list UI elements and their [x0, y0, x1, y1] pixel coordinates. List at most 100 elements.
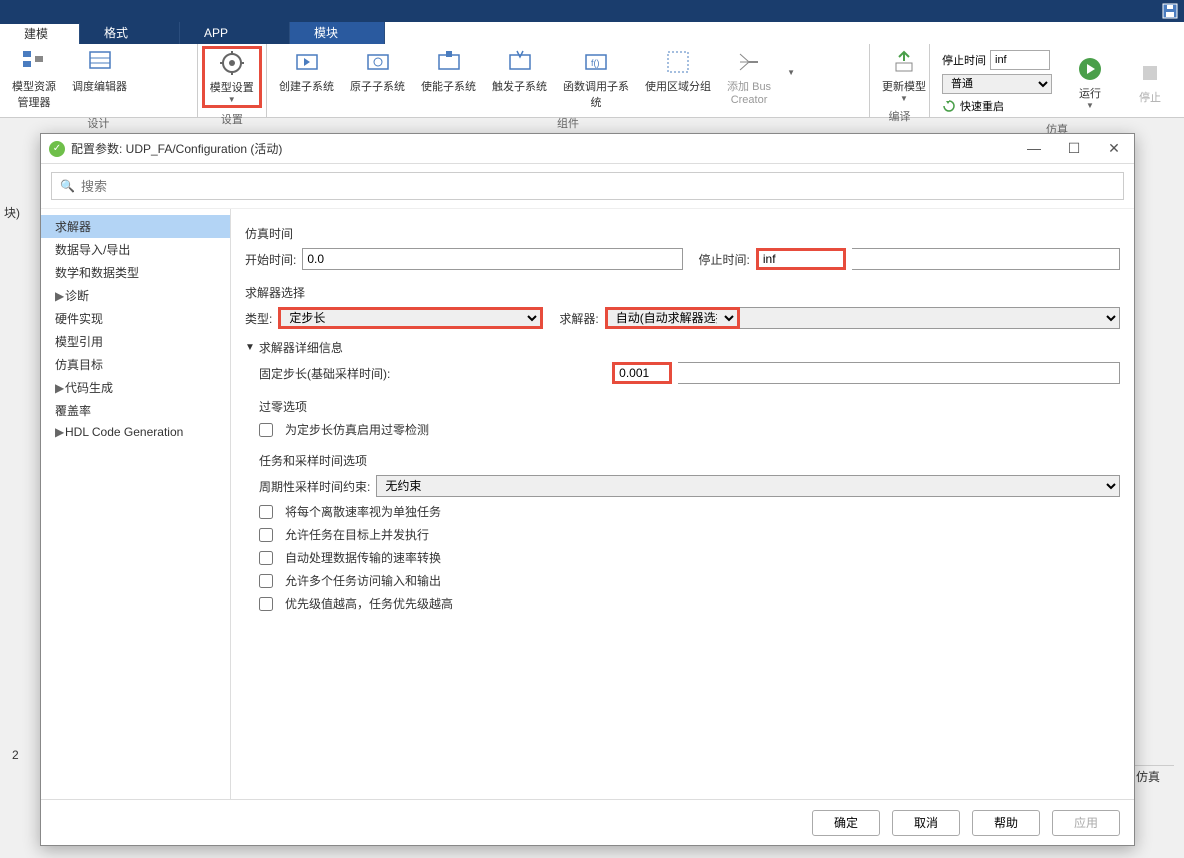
label: 停止 [1139, 89, 1161, 105]
sim-time-title: 仿真时间 [245, 225, 1120, 242]
enable-subsystem-button[interactable]: 使能子系统 [413, 46, 484, 96]
play-icon [1076, 55, 1104, 83]
label: 运行 [1079, 85, 1101, 101]
search-input[interactable] [81, 179, 1115, 194]
sim-controls: 停止时间 普通 快速重启 [934, 46, 1060, 118]
apply-button[interactable]: 应用 [1052, 810, 1120, 836]
model-settings-button[interactable]: 模型设置 ▼ [202, 46, 262, 108]
tree-data-io[interactable]: 数据导入/导出 [41, 238, 230, 261]
search-icon: 🔍 [60, 179, 75, 193]
cancel-button[interactable]: 取消 [892, 810, 960, 836]
schedule-icon [86, 48, 114, 76]
zero-cross-title: 过零选项 [259, 398, 1120, 415]
model-resource-manager-button[interactable]: 模型资源 管理器 [4, 46, 64, 112]
atomic-subsystem-button[interactable]: 原子子系统 [342, 46, 413, 96]
start-time-input[interactable] [302, 248, 682, 270]
discrete-rate-checkbox[interactable] [259, 505, 273, 519]
tab-format[interactable]: 格式 [80, 22, 180, 44]
tree-model-ref[interactable]: 模型引用 [41, 330, 230, 353]
tab-app[interactable]: APP [180, 22, 290, 44]
cb1-label: 将每个离散速率视为单独任务 [285, 503, 441, 520]
save-icon[interactable] [1160, 2, 1180, 20]
chevron-down-icon: ▼ [1086, 101, 1094, 110]
add-bus-creator-button[interactable]: 添加 BusCreator [719, 46, 779, 108]
cb5-label: 优先级值越高，任务优先级越高 [285, 595, 453, 612]
tree-diagnostics[interactable]: ▶诊断 [41, 284, 230, 307]
group-label-components: 组件 [271, 112, 865, 133]
update-icon [890, 48, 918, 76]
label: 模型资源 [12, 78, 56, 94]
subsystem-icon [293, 48, 321, 76]
bus-icon [735, 48, 763, 76]
help-button[interactable]: 帮助 [972, 810, 1040, 836]
search-row: 🔍 [41, 164, 1134, 209]
tree-hw-impl[interactable]: 硬件实现 [41, 307, 230, 330]
minimize-button[interactable]: — [1022, 140, 1046, 157]
fixed-step-input[interactable] [678, 362, 1120, 384]
solver-select-hl[interactable]: 自动(自动求解器选择) [605, 307, 740, 329]
periodic-label: 周期性采样时间约束: [259, 478, 370, 495]
enable-icon [435, 48, 463, 76]
region-icon [664, 48, 692, 76]
fast-restart-label[interactable]: 快速重启 [960, 98, 1004, 114]
search-box[interactable]: 🔍 [51, 172, 1124, 200]
tree-hdl[interactable]: ▶HDL Code Generation [41, 422, 230, 442]
side-panel-label: 块) [0, 200, 24, 225]
schedule-editor-button[interactable]: 调度编辑器 [64, 46, 135, 96]
expand-arrow-icon: ▶ [55, 425, 65, 439]
fixed-step-label: 固定步长(基础采样时间): [259, 365, 414, 382]
tree-sim-target[interactable]: 仿真目标 [41, 353, 230, 376]
label: 创建子系统 [279, 78, 334, 94]
group-label-compile: 编译 [874, 105, 925, 126]
solver-type-select[interactable]: 定步长 [278, 307, 543, 329]
solver-select[interactable] [740, 307, 1120, 329]
label: 更新模型 [882, 78, 926, 94]
multi-task-io-checkbox[interactable] [259, 574, 273, 588]
chevron-down-icon: ▼ [900, 94, 908, 103]
sim-mode-select[interactable]: 普通 [942, 74, 1052, 94]
stop-time-input[interactable] [756, 248, 846, 270]
solver-details-toggle[interactable]: ▼ 求解器详细信息 [245, 339, 1120, 356]
side-count: 2 [12, 748, 19, 762]
fixed-step-input-hl[interactable] [612, 362, 672, 384]
label: 管理器 [18, 94, 51, 110]
label: 模型设置 [210, 79, 254, 95]
ok-button[interactable]: 确定 [812, 810, 880, 836]
cb2-label: 允许任务在目标上并发执行 [285, 526, 429, 543]
tree-icon [20, 48, 48, 76]
run-button[interactable]: 运行▼ [1060, 53, 1120, 112]
tree-solver[interactable]: 求解器 [41, 215, 230, 238]
periodic-select[interactable]: 无约束 [376, 475, 1120, 497]
auto-rate-conv-checkbox[interactable] [259, 551, 273, 565]
close-button[interactable]: ✕ [1102, 140, 1126, 157]
label: Creator [731, 94, 768, 106]
tree-coverage[interactable]: 覆盖率 [41, 399, 230, 422]
chevron-down-icon: ▼ [245, 342, 255, 353]
tree-code-gen[interactable]: ▶代码生成 [41, 376, 230, 399]
label: 添加 Bus [727, 78, 771, 94]
config-tree: 求解器 数据导入/导出 数学和数据类型 ▶诊断 硬件实现 模型引用 仿真目标 ▶… [41, 209, 231, 799]
group-label-settings: 设置 [202, 108, 262, 129]
zero-cross-checkbox[interactable] [259, 423, 273, 437]
func-call-subsystem-button[interactable]: f()函数调用子系统 [555, 46, 637, 112]
update-model-button[interactable]: 更新模型▼ [874, 46, 934, 105]
stop-button[interactable]: 停止 [1120, 57, 1180, 107]
fast-restart-icon[interactable] [942, 99, 956, 113]
priority-checkbox[interactable] [259, 597, 273, 611]
components-dropdown[interactable]: ▼ [779, 46, 803, 79]
svg-text:f(): f() [591, 58, 600, 68]
solver-panel: 仿真时间 开始时间: 停止时间: 求解器选择 类型: 定步长 求解器: 自动(自… [231, 209, 1134, 799]
chevron-down-icon: ▼ [787, 68, 795, 77]
trigger-subsystem-button[interactable]: 触发子系统 [484, 46, 555, 96]
stop-time-input-ext[interactable] [852, 248, 1120, 270]
region-group-button[interactable]: 使用区域分组 [637, 46, 719, 96]
config-params-dialog: ✓ 配置参数: UDP_FA/Configuration (活动) — ☐ ✕ … [40, 133, 1135, 846]
stop-time-input[interactable] [990, 50, 1050, 70]
tab-modules[interactable]: 模块 [290, 22, 385, 44]
create-subsystem-button[interactable]: 创建子系统 [271, 46, 342, 96]
label: 触发子系统 [492, 78, 547, 94]
tab-modeling[interactable]: 建模 [0, 22, 80, 44]
concurrent-exec-checkbox[interactable] [259, 528, 273, 542]
maximize-button[interactable]: ☐ [1062, 140, 1086, 157]
tree-math-types[interactable]: 数学和数据类型 [41, 261, 230, 284]
